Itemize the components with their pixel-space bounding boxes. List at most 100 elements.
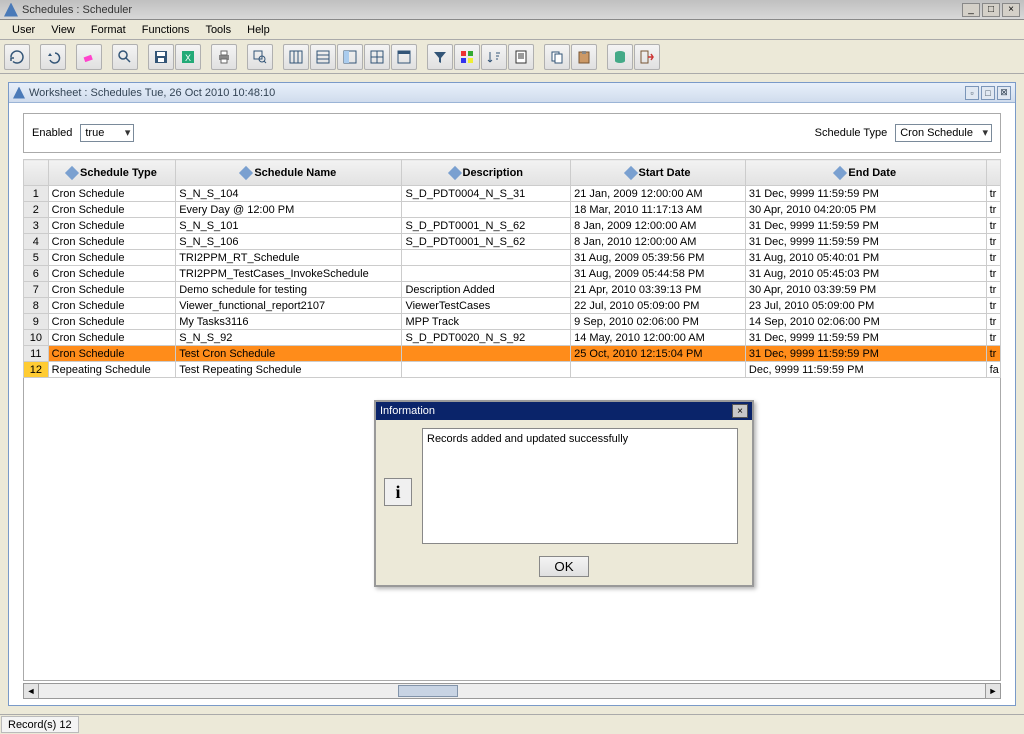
cell-type[interactable]: Cron Schedule — [48, 186, 176, 202]
cell-desc[interactable] — [402, 346, 571, 362]
menu-tools[interactable]: Tools — [197, 22, 239, 38]
maximize-button[interactable]: □ — [982, 3, 1000, 17]
cell-type[interactable]: Cron Schedule — [48, 298, 176, 314]
cell-extra[interactable]: tr — [986, 202, 1000, 218]
cell-end[interactable]: 30 Apr, 2010 04:20:05 PM — [745, 202, 986, 218]
cell-end[interactable]: 14 Sep, 2010 02:06:00 PM — [745, 314, 986, 330]
cell-name[interactable]: Test Cron Schedule — [176, 346, 402, 362]
row-number[interactable]: 6 — [24, 266, 49, 282]
cell-end[interactable]: 30 Apr, 2010 03:39:59 PM — [745, 282, 986, 298]
table-row[interactable]: 4Cron ScheduleS_N_S_106S_D_PDT0001_N_S_6… — [24, 234, 1001, 250]
cell-start[interactable]: 8 Jan, 2009 12:00:00 AM — [571, 218, 746, 234]
scroll-left-icon[interactable]: ◄ — [23, 683, 39, 699]
table-row[interactable]: 12Repeating ScheduleTest Repeating Sched… — [24, 362, 1001, 378]
refresh-icon[interactable] — [4, 44, 30, 70]
row-number[interactable]: 11 — [24, 346, 49, 362]
menu-user[interactable]: User — [4, 22, 43, 38]
schedules-table[interactable]: Schedule Type Schedule Name Description … — [23, 159, 1001, 378]
cell-extra[interactable]: tr — [986, 266, 1000, 282]
grid-icon[interactable] — [364, 44, 390, 70]
scroll-thumb[interactable] — [398, 685, 458, 697]
scroll-right-icon[interactable]: ► — [985, 683, 1001, 699]
cell-name[interactable]: TRI2PPM_RT_Schedule — [176, 250, 402, 266]
cell-end[interactable]: 31 Dec, 9999 11:59:59 PM — [745, 234, 986, 250]
row-number[interactable]: 5 — [24, 250, 49, 266]
cell-desc[interactable]: S_D_PDT0004_N_S_31 — [402, 186, 571, 202]
document-icon[interactable] — [508, 44, 534, 70]
cell-start[interactable]: 21 Apr, 2010 03:39:13 PM — [571, 282, 746, 298]
menu-format[interactable]: Format — [83, 22, 134, 38]
schedule-type-dropdown[interactable]: Cron Schedule — [895, 124, 992, 142]
database-icon[interactable] — [607, 44, 633, 70]
cell-desc[interactable]: ViewerTestCases — [402, 298, 571, 314]
menu-help[interactable]: Help — [239, 22, 278, 38]
export-excel-icon[interactable]: X — [175, 44, 201, 70]
cell-name[interactable]: My Tasks3116 — [176, 314, 402, 330]
worksheet-maximize-icon[interactable]: □ — [981, 86, 995, 100]
paste-icon[interactable] — [571, 44, 597, 70]
cell-name[interactable]: S_N_S_104 — [176, 186, 402, 202]
ok-button[interactable]: OK — [539, 556, 588, 577]
col-start-date[interactable]: Start Date — [571, 160, 746, 186]
row-number-header[interactable] — [24, 160, 49, 186]
save-icon[interactable] — [148, 44, 174, 70]
cell-extra[interactable]: tr — [986, 282, 1000, 298]
cell-desc[interactable] — [402, 362, 571, 378]
table-row[interactable]: 3Cron ScheduleS_N_S_101S_D_PDT0001_N_S_6… — [24, 218, 1001, 234]
cell-desc[interactable] — [402, 250, 571, 266]
cell-extra[interactable]: tr — [986, 218, 1000, 234]
column-config-icon[interactable] — [283, 44, 309, 70]
table-row[interactable]: 1Cron ScheduleS_N_S_104S_D_PDT0004_N_S_3… — [24, 186, 1001, 202]
cell-start[interactable]: 8 Jan, 2010 12:00:00 AM — [571, 234, 746, 250]
cell-start[interactable]: 31 Aug, 2009 05:39:56 PM — [571, 250, 746, 266]
cell-name[interactable]: Every Day @ 12:00 PM — [176, 202, 402, 218]
row-number[interactable]: 4 — [24, 234, 49, 250]
cell-start[interactable]: 18 Mar, 2010 11:17:13 AM — [571, 202, 746, 218]
worksheet-close-icon[interactable]: ⊠ — [997, 86, 1011, 100]
cell-type[interactable]: Cron Schedule — [48, 330, 176, 346]
cell-name[interactable]: Viewer_functional_report2107 — [176, 298, 402, 314]
cell-start[interactable]: 25 Oct, 2010 12:15:04 PM — [571, 346, 746, 362]
col-schedule-name[interactable]: Schedule Name — [176, 160, 402, 186]
cell-end[interactable]: 31 Dec, 9999 11:59:59 PM — [745, 186, 986, 202]
cell-extra[interactable]: tr — [986, 330, 1000, 346]
erase-icon[interactable] — [76, 44, 102, 70]
table-icon[interactable] — [391, 44, 417, 70]
cell-start[interactable]: 9 Sep, 2010 02:06:00 PM — [571, 314, 746, 330]
cell-name[interactable]: S_N_S_92 — [176, 330, 402, 346]
cell-type[interactable]: Repeating Schedule — [48, 362, 176, 378]
cell-name[interactable]: TRI2PPM_TestCases_InvokeSchedule — [176, 266, 402, 282]
table-row[interactable]: 9Cron ScheduleMy Tasks3116MPP Track9 Sep… — [24, 314, 1001, 330]
row-number[interactable]: 7 — [24, 282, 49, 298]
cell-type[interactable]: Cron Schedule — [48, 234, 176, 250]
cell-type[interactable]: Cron Schedule — [48, 218, 176, 234]
cell-start[interactable] — [571, 362, 746, 378]
menu-view[interactable]: View — [43, 22, 83, 38]
cell-end[interactable]: Dec, 9999 11:59:59 PM — [745, 362, 986, 378]
freeze-icon[interactable] — [337, 44, 363, 70]
table-row[interactable]: 11Cron ScheduleTest Cron Schedule25 Oct,… — [24, 346, 1001, 362]
cell-end[interactable]: 31 Aug, 2010 05:40:01 PM — [745, 250, 986, 266]
color-icon[interactable] — [454, 44, 480, 70]
cell-desc[interactable]: S_D_PDT0020_N_S_92 — [402, 330, 571, 346]
row-number[interactable]: 9 — [24, 314, 49, 330]
cell-end[interactable]: 23 Jul, 2010 05:09:00 PM — [745, 298, 986, 314]
cell-type[interactable]: Cron Schedule — [48, 266, 176, 282]
cell-desc[interactable]: MPP Track — [402, 314, 571, 330]
col-schedule-type[interactable]: Schedule Type — [48, 160, 176, 186]
cell-type[interactable]: Cron Schedule — [48, 202, 176, 218]
cell-start[interactable]: 31 Aug, 2009 05:44:58 PM — [571, 266, 746, 282]
cell-name[interactable]: Test Repeating Schedule — [176, 362, 402, 378]
cell-end[interactable]: 31 Dec, 9999 11:59:59 PM — [745, 346, 986, 362]
cell-extra[interactable]: tr — [986, 314, 1000, 330]
cell-extra[interactable]: tr — [986, 186, 1000, 202]
row-number[interactable]: 8 — [24, 298, 49, 314]
exit-icon[interactable] — [634, 44, 660, 70]
cell-name[interactable]: S_N_S_106 — [176, 234, 402, 250]
row-number[interactable]: 2 — [24, 202, 49, 218]
enabled-dropdown[interactable]: true — [80, 124, 134, 142]
cell-end[interactable]: 31 Dec, 9999 11:59:59 PM — [745, 330, 986, 346]
cell-end[interactable]: 31 Aug, 2010 05:45:03 PM — [745, 266, 986, 282]
col-description[interactable]: Description — [402, 160, 571, 186]
cell-desc[interactable]: S_D_PDT0001_N_S_62 — [402, 218, 571, 234]
